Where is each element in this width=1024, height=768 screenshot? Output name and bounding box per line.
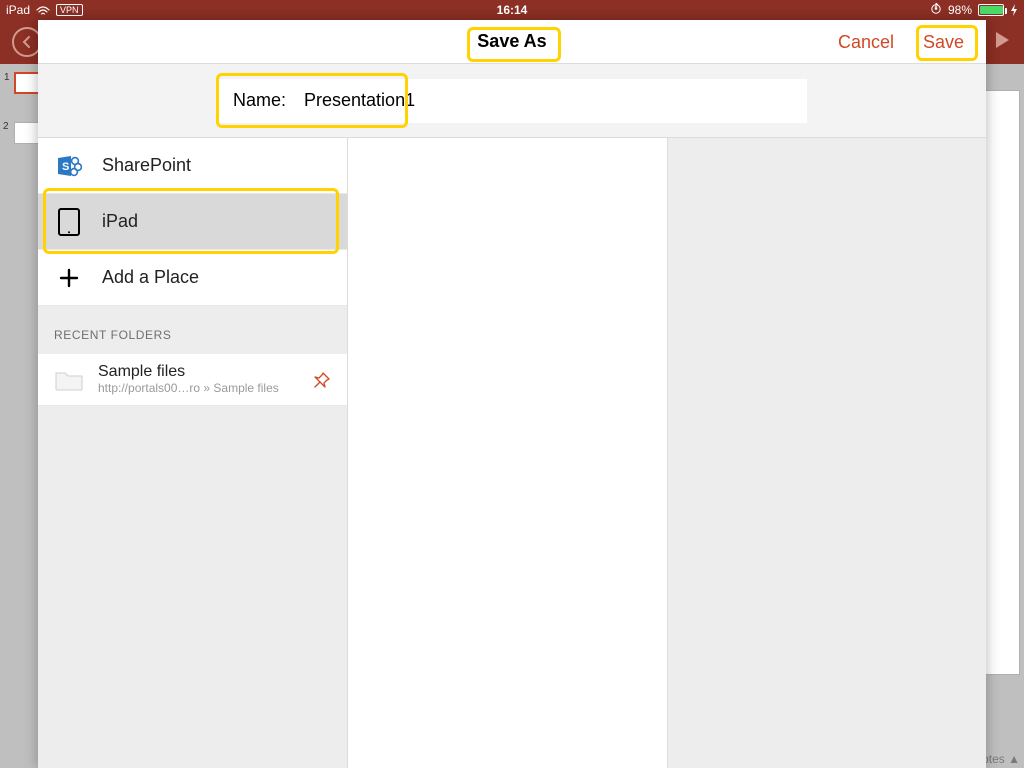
place-label: Add a Place	[102, 267, 199, 288]
cancel-button[interactable]: Cancel	[824, 20, 908, 64]
svg-text:S: S	[62, 161, 69, 173]
place-add[interactable]: Add a Place	[38, 250, 347, 306]
places-column: S SharePoint iPad	[38, 138, 348, 768]
place-label: SharePoint	[102, 155, 191, 176]
file-list-column	[348, 138, 668, 768]
filename-section: Name:	[38, 64, 986, 138]
device-label: iPad	[6, 3, 30, 17]
save-button[interactable]: Save	[909, 20, 978, 64]
slideshow-button[interactable]	[992, 30, 1012, 55]
battery-percentage: 98%	[948, 3, 972, 17]
charging-icon	[1010, 4, 1018, 16]
pin-icon[interactable]	[313, 371, 331, 389]
modal-title: Save As	[477, 31, 546, 52]
ios-status-bar: iPad VPN 16:14 98%	[0, 0, 1024, 20]
recent-folders-header: RECENT FOLDERS	[38, 306, 347, 354]
plus-icon	[54, 267, 84, 289]
filename-label: Name:	[233, 90, 286, 111]
detail-column	[668, 138, 986, 768]
vpn-badge: VPN	[56, 4, 83, 16]
sharepoint-icon: S	[54, 153, 84, 179]
ipad-icon	[54, 208, 84, 236]
recent-folder-title: Sample files	[98, 363, 299, 381]
modal-header: Save As Cancel Save	[38, 20, 986, 64]
place-sharepoint[interactable]: S SharePoint	[38, 138, 347, 194]
orientation-lock-icon	[930, 3, 942, 18]
status-time: 16:14	[497, 3, 528, 17]
folder-icon	[54, 368, 84, 392]
wifi-icon	[36, 5, 50, 15]
place-label: iPad	[102, 211, 138, 232]
recent-folder-subtitle: http://portals00…ro » Sample files	[98, 382, 299, 396]
save-as-modal: Save As Cancel Save Name: S Sh	[38, 20, 986, 768]
battery-icon	[978, 4, 1004, 16]
recent-folder-row[interactable]: Sample files http://portals00…ro » Sampl…	[38, 354, 347, 406]
filename-field[interactable]: Name:	[217, 79, 807, 123]
filename-input[interactable]	[304, 90, 791, 111]
place-ipad[interactable]: iPad	[38, 194, 347, 250]
